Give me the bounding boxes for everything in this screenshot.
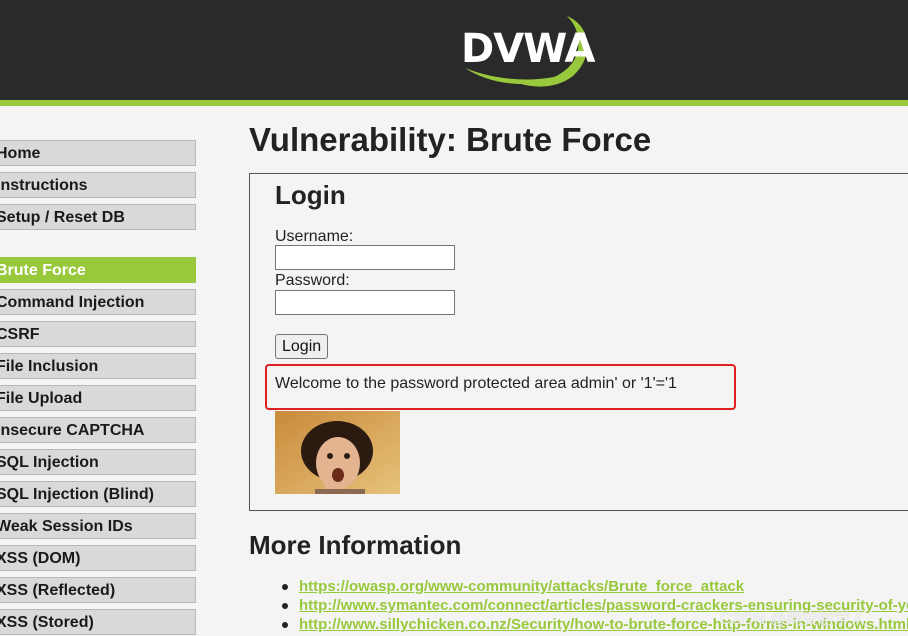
menu-item-file-inclusion[interactable]: File Inclusion	[0, 353, 196, 379]
menu-item-file-upload[interactable]: File Upload	[0, 385, 196, 411]
annotation-highlight-box	[265, 364, 736, 410]
menu-item-insecure-captcha[interactable]: Insecure CAPTCHA	[0, 417, 196, 443]
password-label: Password:	[275, 272, 350, 289]
menu-item-xss-reflected[interactable]: XSS (Reflected)	[0, 577, 196, 603]
login-heading: Login	[275, 180, 346, 210]
menu-item-brute-force[interactable]: Brute Force	[0, 257, 196, 283]
password-input[interactable]	[275, 290, 455, 315]
menu-item-command-injection[interactable]: Command Injection	[0, 289, 196, 315]
bullet-icon	[282, 603, 288, 610]
bullet-icon	[282, 584, 288, 591]
user-avatar-photo	[275, 411, 400, 494]
menu-item-weak-session-ids[interactable]: Weak Session IDs	[0, 513, 196, 539]
list-item: https://owasp.org/www-community/attacks/…	[282, 578, 908, 595]
menu-item-sql-injection-blind[interactable]: SQL Injection (Blind)	[0, 481, 196, 507]
menu-item-xss-stored[interactable]: XSS (Stored)	[0, 609, 196, 635]
header-bar: DVWA	[0, 0, 908, 100]
menu-item-csrf[interactable]: CSRF	[0, 321, 196, 347]
menu-item-sql-injection[interactable]: SQL Injection	[0, 449, 196, 475]
header-accent-bar	[0, 100, 908, 106]
login-button[interactable]: Login	[275, 334, 329, 359]
username-input[interactable]	[275, 245, 455, 270]
menu-item-xss-dom[interactable]: XSS (DOM)	[0, 545, 196, 571]
logo-text: DVWA	[461, 26, 595, 72]
username-label: Username:	[275, 228, 354, 245]
menu-item-instructions[interactable]: Instructions	[0, 172, 196, 198]
more-information-heading: More Information	[249, 530, 462, 560]
bullet-icon	[282, 622, 288, 629]
menu-item-setup[interactable]: Setup / Reset DB	[0, 204, 196, 230]
menu-item-home[interactable]: Home	[0, 140, 196, 166]
page-title: Vulnerability: Brute Force	[249, 121, 652, 158]
dvwa-logo[interactable]: DVWA	[455, 10, 595, 90]
info-link[interactable]: https://owasp.org/www-community/attacks/…	[299, 578, 744, 595]
watermark: CSDN @网安初学人	[720, 611, 867, 628]
